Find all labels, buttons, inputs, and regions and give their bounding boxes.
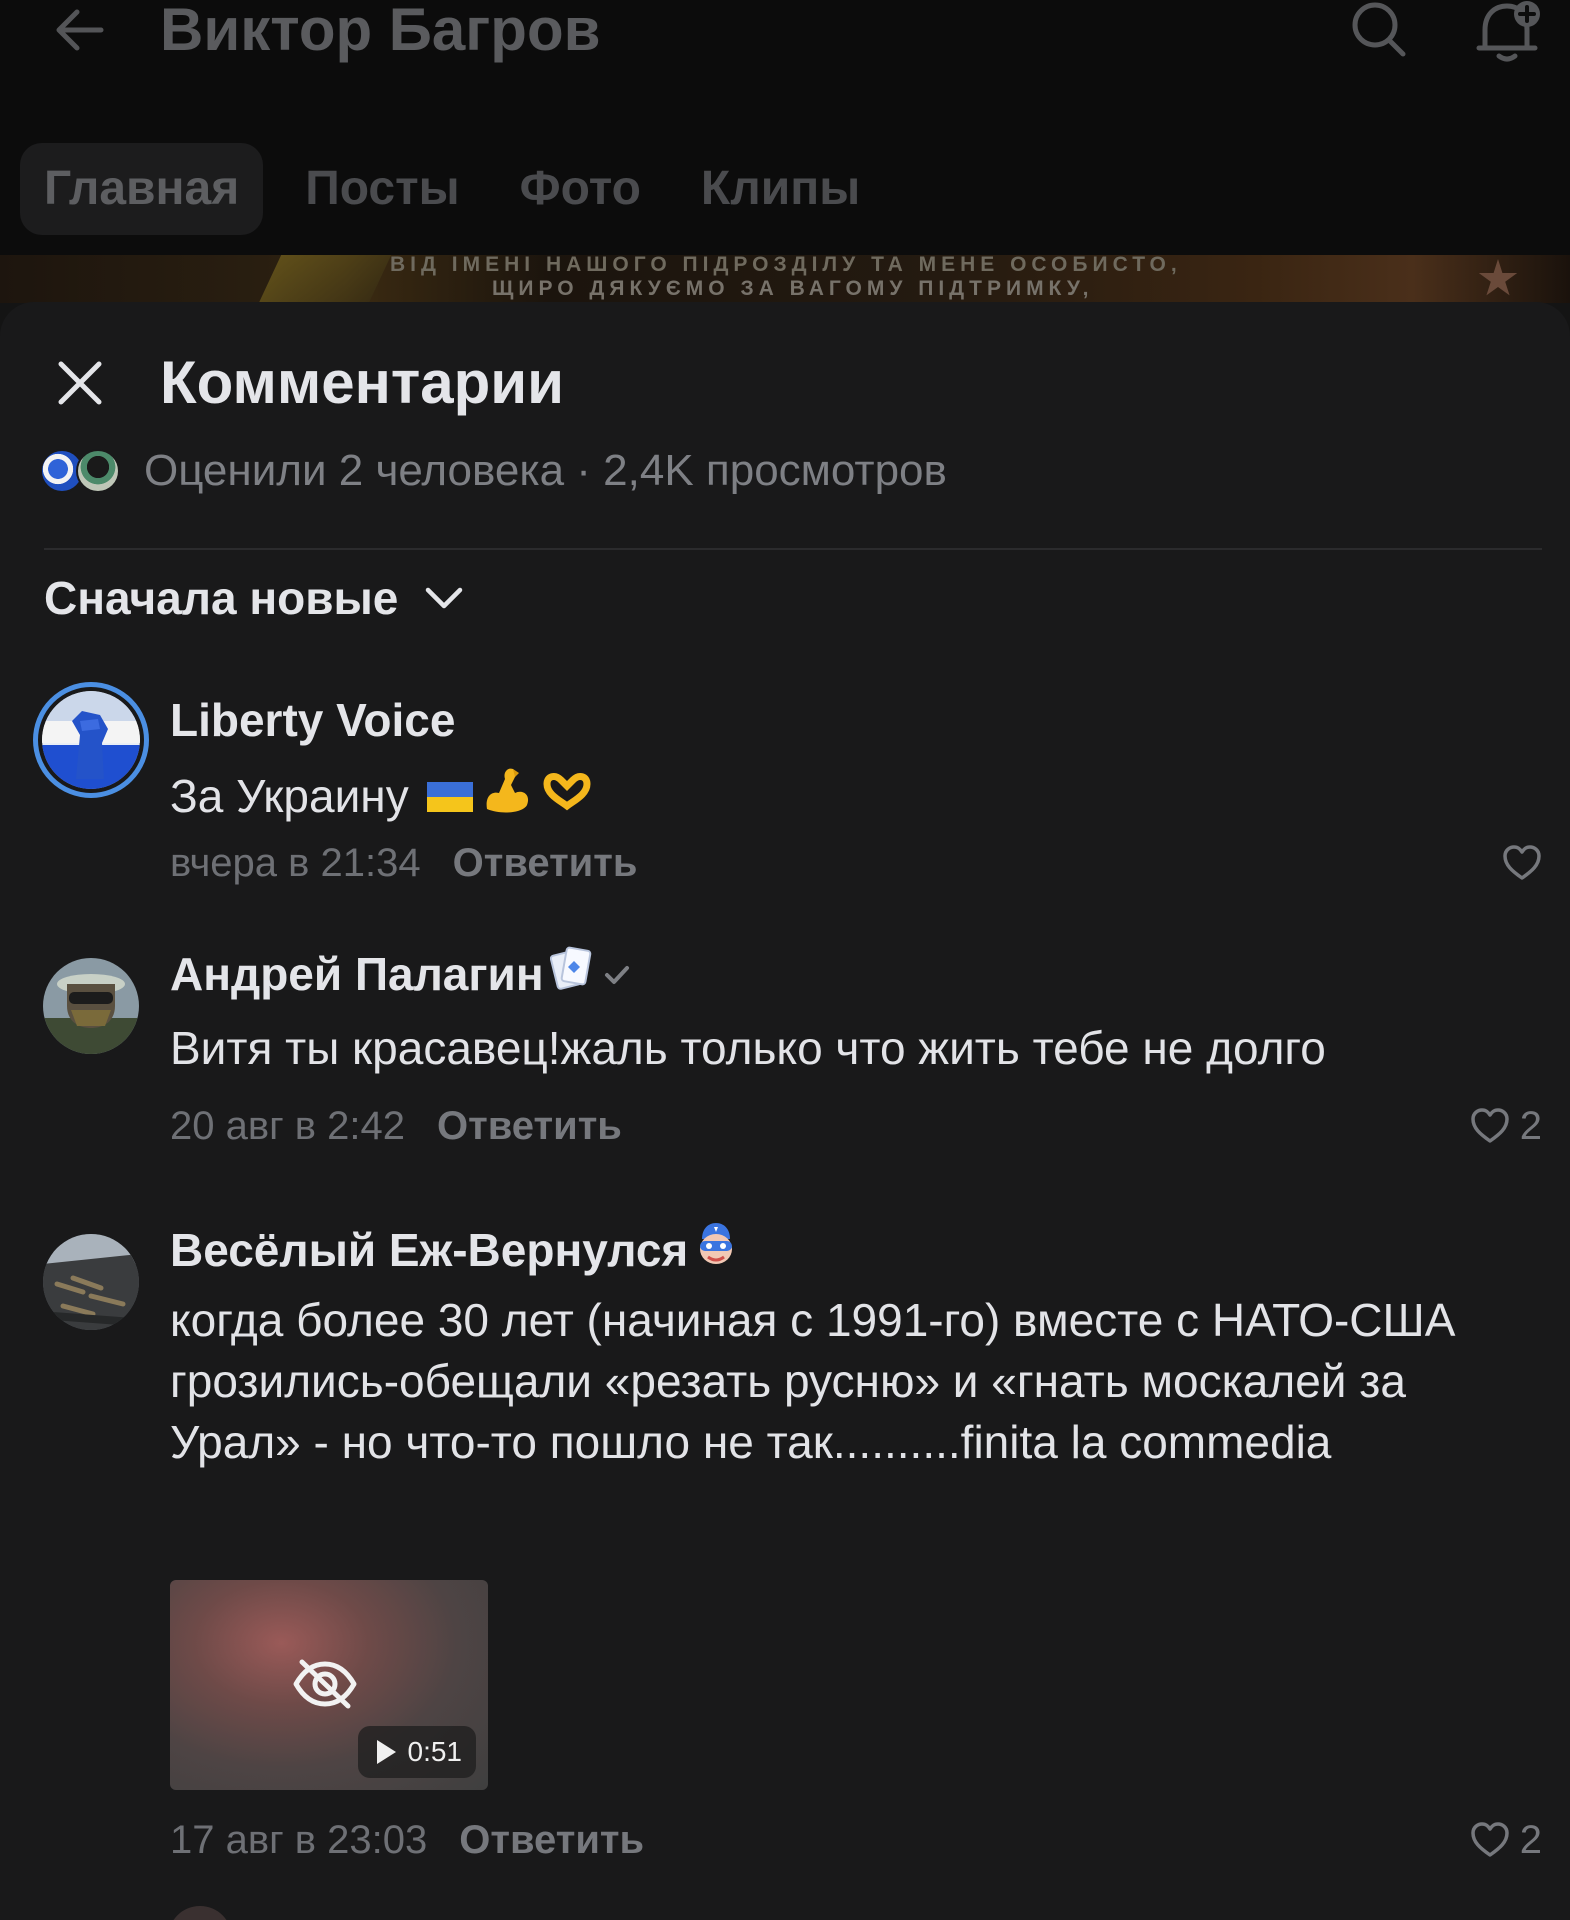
reply-button[interactable]: Ответить	[437, 1104, 622, 1149]
profile-topbar: Виктор Багров	[0, 0, 1570, 120]
stats-text: Оценили 2 человека · 2,4K просмотров	[144, 446, 947, 495]
avatar[interactable]	[43, 1234, 139, 1330]
sort-dropdown[interactable]: Сначала новые	[44, 564, 464, 632]
masked-face-icon	[696, 1221, 736, 1279]
comment-time: 17 авг в 23:03	[170, 1817, 428, 1862]
search-button[interactable]	[1344, 0, 1414, 62]
comment-time: вчера в 21:34	[170, 840, 421, 885]
banner-text-line-1: ВІД ІМЕНІ НАШОГО ПІДРОЗДІЛУ ТА МЕНЕ ОСОБ…	[390, 255, 1182, 276]
banner-text-line-2: ЩИРО ДЯКУЄМО ЗА ВАГОМУ ПІДТРИМКУ,	[492, 277, 1094, 300]
comment-text: когда более 30 лет (начиная с 1991-го) в…	[170, 1294, 1456, 1468]
comment-text-content: За Украину	[170, 770, 409, 822]
eye-off-icon	[293, 1659, 357, 1709]
avatar[interactable]	[33, 682, 149, 798]
close-icon	[58, 361, 102, 405]
tab-photos[interactable]: Фото	[490, 143, 671, 235]
comment-meta: вчера в 21:34 Ответить	[170, 835, 637, 891]
reply-button[interactable]: Ответить	[453, 841, 638, 886]
video-attachment[interactable]: 0:51	[170, 1580, 488, 1790]
heart-icon	[1503, 845, 1541, 880]
comments-sheet: Комментарии Оценили 2 человека · 2,4K пр…	[0, 302, 1570, 1920]
banner-star-icon	[1478, 259, 1518, 296]
tab-main[interactable]: Главная	[20, 143, 264, 235]
comment-item: Весёлый Еж-Вернулся когда более 30 лет (…	[0, 1223, 1570, 1894]
comment-author[interactable]: Liberty Voice	[170, 692, 455, 748]
heart-hands-icon	[541, 766, 593, 827]
comment-text: Витя ты красавец!жаль только что жить те…	[170, 1022, 1326, 1074]
heart-icon	[1471, 1108, 1509, 1143]
arrow-left-icon	[56, 9, 104, 51]
liker-avatars	[40, 449, 122, 493]
close-button[interactable]	[40, 352, 120, 414]
post-stats[interactable]: Оценили 2 человека · 2,4K просмотров	[40, 444, 947, 498]
like-button[interactable]: 2	[1470, 1098, 1542, 1154]
sheet-header: Комментарии	[0, 332, 1570, 432]
play-icon	[376, 1740, 396, 1764]
heart-icon	[1471, 1822, 1509, 1857]
sheet-title: Комментарии	[160, 349, 565, 416]
comment-author[interactable]: Андрей Палагин	[170, 946, 632, 1002]
like-count: 2	[1519, 1817, 1542, 1862]
comment-author-name: Весёлый Еж-Вернулся	[170, 1224, 689, 1276]
profile-tabs: Главная Посты Фото Клипы	[20, 143, 890, 235]
avatar-image	[43, 1234, 139, 1330]
video-duration-badge: 0:51	[357, 1726, 476, 1778]
divider	[44, 548, 1542, 550]
comment-author-name: Андрей Палагин	[170, 948, 544, 1000]
ukraine-flag-icon	[426, 766, 473, 827]
bell-plus-icon	[1476, 1, 1540, 62]
sort-label: Сначала новые	[44, 572, 399, 624]
like-count: 2	[1519, 1103, 1542, 1148]
profile-cover-banner: ВІД ІМЕНІ НАШОГО ПІДРОЗДІЛУ ТА МЕНЕ ОСОБ…	[0, 255, 1570, 303]
search-icon	[1352, 2, 1406, 57]
comment-author[interactable]: Весёлый Еж-Вернулся	[170, 1222, 736, 1278]
flexed-biceps-icon	[481, 763, 533, 830]
playing-cards-icon	[549, 945, 592, 1003]
comment-meta: 20 авг в 2:42 Ответить	[170, 1098, 622, 1154]
comment-item: Liberty Voice За Украину вчера в 21:34 О…	[0, 682, 1570, 902]
back-button[interactable]	[44, 0, 114, 60]
comment-item: Андрей Палагин Витя ты красавец!жаль тол…	[0, 946, 1570, 1178]
tab-clips[interactable]: Клипы	[671, 143, 890, 235]
chevron-down-icon	[426, 587, 463, 609]
like-button[interactable]	[1502, 835, 1542, 891]
avatar-image	[43, 958, 139, 1054]
profile-name: Виктор Багров	[160, 0, 601, 63]
comment-time: 20 авг в 2:42	[170, 1103, 406, 1148]
like-button[interactable]: 2	[1470, 1812, 1542, 1868]
verified-check-icon	[602, 946, 632, 1002]
notifications-button[interactable]	[1470, 0, 1546, 62]
video-duration: 0:51	[407, 1736, 463, 1767]
avatar-image	[42, 691, 140, 789]
tab-posts[interactable]: Посты	[275, 143, 489, 235]
avatar[interactable]	[168, 1906, 232, 1920]
reply-button[interactable]: Ответить	[459, 1818, 644, 1863]
avatar[interactable]	[43, 958, 139, 1054]
comment-text: За Украину	[170, 766, 1540, 827]
comment-author-name: Liberty Voice	[170, 694, 456, 746]
avatar	[76, 449, 120, 493]
banner-flag-shape	[258, 255, 392, 303]
comment-meta: 17 авг в 23:03 Ответить	[170, 1812, 644, 1868]
